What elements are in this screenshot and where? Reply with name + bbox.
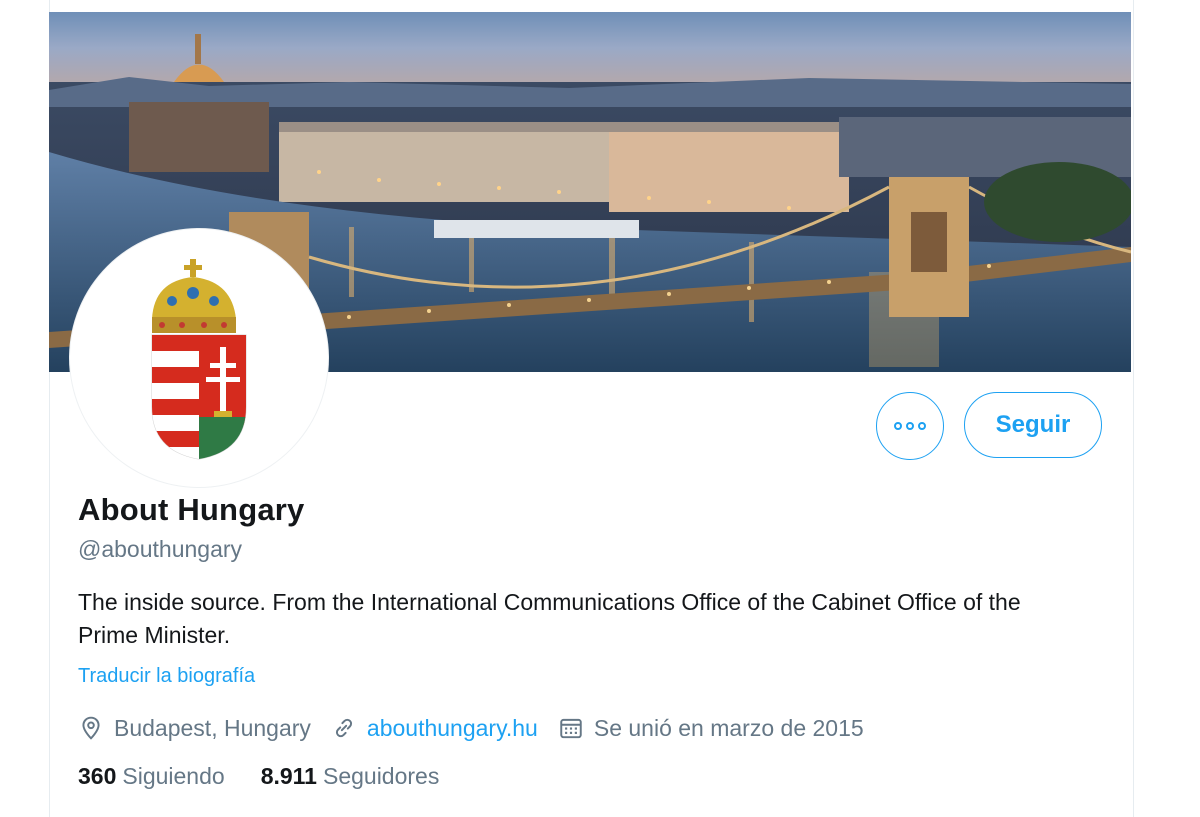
following-stat[interactable]: 360 Siguiendo — [78, 763, 225, 790]
profile-meta: Budapest, Hungary abouthungary.hu Se uni… — [78, 710, 884, 746]
joined-item: Se unió en marzo de 2015 — [558, 715, 864, 742]
more-options-icon — [894, 422, 902, 430]
website-item: abouthungary.hu — [331, 715, 538, 742]
followers-count: 8.911 — [260, 763, 317, 789]
following-label: Siguiendo — [122, 763, 225, 789]
translate-bio-link[interactable]: Traducir la biografía — [78, 665, 255, 688]
location-pin-icon — [82, 716, 100, 740]
followers-stat[interactable]: 8.911 Seguidores — [261, 763, 440, 790]
following-count: 360 — [78, 763, 117, 789]
display-name: About Hungary — [78, 492, 305, 527]
profile-stats: 360 Siguiendo 8.911 Seguidores — [78, 763, 475, 790]
profile-handle: @abouthungary — [78, 536, 243, 562]
location-item: Budapest, Hungary — [78, 715, 311, 742]
avatar[interactable] — [70, 229, 328, 487]
more-options-dot — [918, 422, 926, 430]
followers-label: Seguidores — [322, 763, 440, 789]
calendar-icon — [560, 718, 582, 739]
link-icon — [335, 718, 352, 738]
joined-text: Se unió en marzo de 2015 — [593, 714, 864, 741]
hungary-coat-of-arms-icon — [151, 259, 247, 460]
more-options-button[interactable] — [876, 392, 944, 460]
follow-button[interactable]: Seguir — [964, 392, 1102, 458]
more-options-dot — [906, 422, 914, 430]
profile-bio: The inside source. From the Internationa… — [78, 589, 1021, 648]
location-text: Budapest, Hungary — [114, 714, 311, 741]
website-link[interactable]: abouthungary.hu — [367, 715, 538, 742]
